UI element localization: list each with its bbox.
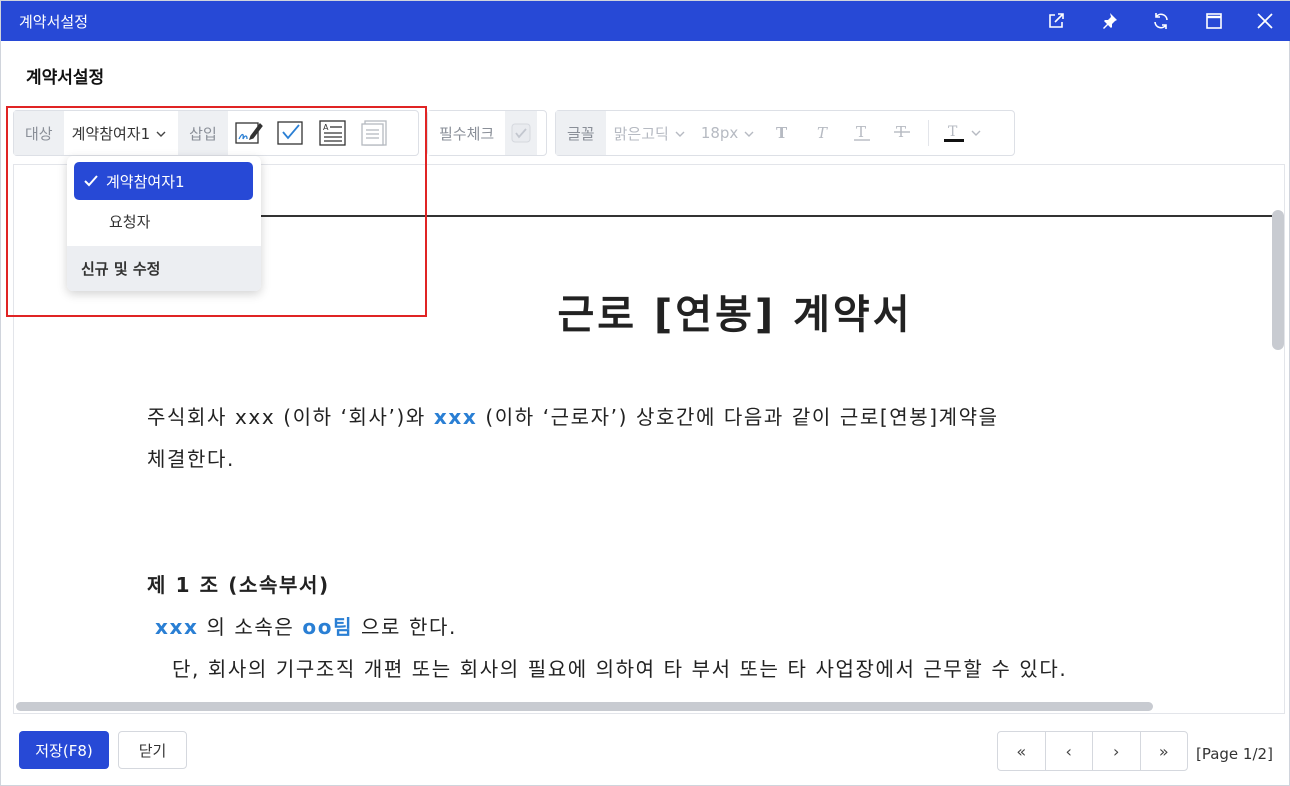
target-dropdown: 계약참여자1 요청자 신규 및 수정	[67, 156, 261, 291]
intro-line-1: 주식회사 xxx (이하 ‘회사’)와 xxx (이하 ‘근로자’) 상호간에 …	[147, 401, 999, 430]
first-page-button[interactable]: «	[998, 732, 1046, 770]
target-select[interactable]: 계약참여자1	[64, 111, 175, 155]
required-checkbox[interactable]	[505, 111, 538, 155]
insert-label: 삽입	[178, 111, 228, 155]
article-1-line-2: 단, 회사의 기구조직 개편 또는 회사의 필요에 의하여 타 부서 또는 타 …	[172, 657, 1068, 681]
pagination: « ‹ › »	[997, 731, 1188, 771]
article-1-text-mid: 의 소속은	[198, 615, 303, 639]
title-bar: 계약서설정	[1, 1, 1290, 41]
textbox-insert-icon[interactable]: A	[316, 116, 350, 150]
last-page-button[interactable]: »	[1141, 732, 1188, 770]
dropdown-new-edit-button[interactable]: 신규 및 수정	[67, 246, 261, 291]
window-title: 계약서설정	[19, 13, 89, 31]
svg-text:T: T	[856, 124, 866, 141]
refresh-icon[interactable]	[1149, 9, 1173, 33]
intro-text-b: (이하 ‘근로자’) 상호간에 다음과 같이 근로[연봉]계약을	[477, 405, 999, 429]
page-title: 계약서설정	[26, 68, 105, 88]
horizontal-scrollbar[interactable]	[16, 702, 1153, 711]
prev-page-button[interactable]: ‹	[1046, 732, 1093, 770]
pin-icon[interactable]	[1097, 9, 1121, 33]
save-button[interactable]: 저장(F8)	[19, 731, 109, 769]
font-size-value: 18px	[700, 124, 739, 142]
intro-line-2: 체결한다.	[147, 447, 235, 471]
contract-settings-window: 계약서설정 계약서설정 대상 계약참여자1 삽입 A 필수체크 글꼴 맑은고딕 …	[0, 0, 1290, 786]
required-check-label: 필수체크	[428, 111, 506, 155]
article-1-title: 제 1 조 (소속부서)	[147, 573, 330, 597]
font-label: 글꼴	[556, 111, 606, 155]
article-1-line-1: xxx 의 소속은 oo팀 으로 한다.	[155, 611, 457, 640]
next-page-button[interactable]: ›	[1093, 732, 1141, 770]
intro-text-a: 주식회사 xxx (이하 ‘회사’)와	[147, 405, 434, 429]
font-family-value: 맑은고딕	[613, 124, 669, 143]
text-color-icon[interactable]: T	[939, 116, 985, 150]
vertical-scrollbar[interactable]	[1272, 210, 1284, 350]
chevron-down-icon	[156, 124, 166, 142]
variable-employee-name[interactable]: xxx	[155, 615, 199, 639]
underline-icon[interactable]: T	[846, 116, 878, 150]
target-label: 대상	[14, 111, 64, 155]
svg-text:T: T	[817, 125, 828, 141]
font-toolbar: 글꼴 맑은고딕 18px T T T T T	[555, 110, 1015, 156]
close-button[interactable]: 닫기	[118, 731, 187, 769]
dropdown-option-label: 요청자	[109, 212, 151, 231]
article-1-text-end: 으로 한다.	[353, 615, 457, 639]
chevron-down-icon	[744, 124, 754, 142]
page-indicator: [Page 1/2]	[1196, 745, 1273, 763]
target-select-value: 계약참여자1	[71, 124, 151, 143]
strikethrough-icon[interactable]: T	[886, 116, 918, 150]
font-size-select[interactable]: 18px	[693, 111, 763, 155]
document-insert-icon[interactable]	[358, 116, 392, 150]
checkbox-insert-icon[interactable]	[274, 116, 308, 150]
chevron-down-icon	[675, 124, 685, 142]
svg-text:T: T	[776, 125, 788, 141]
dropdown-option-label: 계약참여자1	[106, 172, 185, 191]
check-icon	[84, 175, 98, 187]
variable-company-name[interactable]: xxx	[434, 405, 478, 429]
font-family-select[interactable]: 맑은고딕	[606, 111, 693, 155]
variable-team-name[interactable]: oo팀	[302, 615, 353, 639]
dropdown-option-requester[interactable]: 요청자	[74, 202, 253, 240]
svg-text:T: T	[948, 124, 958, 140]
bold-icon[interactable]: T	[766, 116, 798, 150]
svg-text:A: A	[323, 123, 329, 132]
close-icon[interactable]	[1253, 9, 1277, 33]
dropdown-option-participant1[interactable]: 계약참여자1	[74, 162, 253, 200]
italic-icon[interactable]: T	[806, 116, 838, 150]
toolbar-divider	[928, 120, 930, 146]
external-link-icon[interactable]	[1044, 9, 1068, 33]
signature-icon[interactable]	[232, 116, 266, 150]
document-top-rule	[260, 215, 1272, 217]
required-check-toolbar: 필수체크	[427, 110, 547, 156]
maximize-icon[interactable]	[1202, 9, 1226, 33]
target-insert-toolbar: 대상 계약참여자1 삽입 A	[13, 110, 419, 156]
